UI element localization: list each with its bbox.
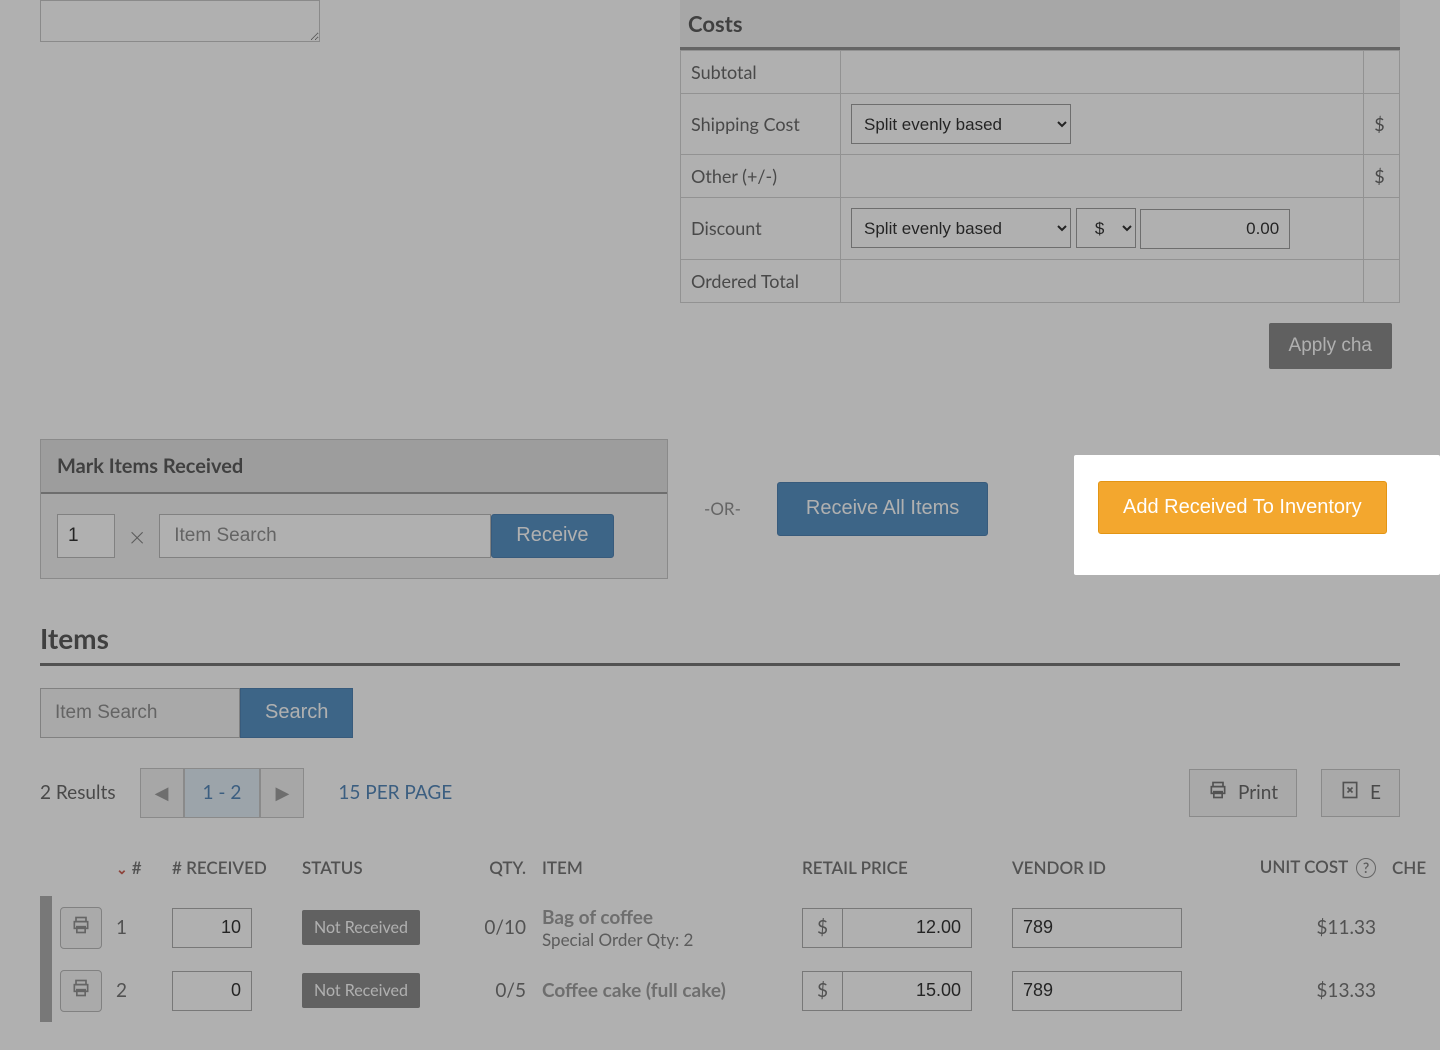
discount-currency-select[interactable]: $: [1076, 208, 1136, 248]
item-name[interactable]: Bag of coffee: [542, 906, 786, 929]
print-icon: [71, 978, 91, 1003]
row-handle[interactable]: [40, 896, 52, 960]
print-label: Print: [1238, 781, 1278, 804]
highlight-region: Add Received To Inventory: [1074, 455, 1440, 575]
costs-heading: Costs: [680, 0, 1400, 50]
receive-item-search-input[interactable]: [159, 514, 491, 558]
sort-icon: ⌄: [116, 860, 128, 877]
shipping-split-select[interactable]: Split evenly based: [851, 104, 1071, 144]
items-search-button[interactable]: Search: [240, 688, 353, 738]
col-qty[interactable]: QTY.: [444, 846, 534, 896]
per-page-link[interactable]: 15 PER PAGE: [338, 781, 452, 804]
shipping-label: Shipping Cost: [681, 94, 841, 155]
pager-prev-button[interactable]: ◀: [140, 768, 184, 818]
receive-qty-input[interactable]: [57, 514, 115, 558]
vendor-id-input[interactable]: [1012, 971, 1182, 1011]
pager-current: 1 - 2: [184, 768, 261, 818]
notes-textarea[interactable]: [40, 0, 320, 42]
print-button[interactable]: Print: [1189, 769, 1297, 817]
discount-value-input[interactable]: [1140, 209, 1290, 249]
col-retail[interactable]: RETAIL PRICE: [794, 846, 1004, 896]
row-print-button[interactable]: [60, 907, 102, 949]
pager-next-button[interactable]: ▶: [260, 768, 304, 818]
currency-symbol: $: [802, 908, 842, 948]
row-num: 1: [108, 896, 164, 960]
row-qty: 0/5: [444, 960, 534, 1022]
discount-split-select[interactable]: Split evenly based: [851, 208, 1071, 248]
help-icon[interactable]: ?: [1356, 858, 1376, 878]
excel-icon: [1340, 780, 1360, 805]
costs-table: Subtotal Shipping Cost Split evenly base…: [680, 50, 1400, 303]
row-handle[interactable]: [40, 960, 52, 1022]
retail-price-input[interactable]: [842, 971, 972, 1011]
results-count: 2 Results: [40, 781, 116, 804]
received-qty-input[interactable]: [172, 971, 252, 1011]
item-name[interactable]: Coffee cake (full cake): [542, 979, 786, 1002]
apply-changes-button[interactable]: Apply cha: [1269, 323, 1392, 369]
add-received-to-inventory-button[interactable]: Add Received To Inventory: [1098, 481, 1387, 534]
subtotal-label: Subtotal: [681, 51, 841, 94]
items-table: ⌄# # RECEIVED STATUS QTY. ITEM RETAIL PR…: [40, 846, 1440, 1022]
unit-cost: $11.33: [1214, 896, 1384, 960]
multiply-icon: ×: [129, 519, 145, 553]
vendor-id-input[interactable]: [1012, 908, 1182, 948]
receive-button[interactable]: Receive: [491, 514, 613, 558]
table-row: 2 Not Received 0/5 Coffee cake (full cake) $…: [40, 960, 1440, 1022]
received-qty-input[interactable]: [172, 908, 252, 948]
print-icon: [71, 915, 91, 940]
row-num: 2: [108, 960, 164, 1022]
print-icon: [1208, 780, 1228, 805]
col-status[interactable]: STATUS: [294, 846, 444, 896]
export-button[interactable]: E: [1321, 769, 1400, 817]
col-vendor[interactable]: VENDOR ID: [1004, 846, 1214, 896]
retail-price-input[interactable]: [842, 908, 972, 948]
export-label: E: [1370, 781, 1381, 804]
col-check[interactable]: CHE: [1384, 846, 1440, 896]
col-item[interactable]: ITEM: [534, 846, 794, 896]
table-row: 1 Not Received 0/10 Bag of coffeeSpecial Or…: [40, 896, 1440, 960]
status-badge: Not Received: [302, 973, 420, 1008]
col-received[interactable]: # RECEIVED: [164, 846, 294, 896]
or-separator: -OR-: [704, 498, 741, 519]
other-label: Other (+/-): [681, 155, 841, 198]
mark-items-heading: Mark Items Received: [41, 440, 667, 494]
unit-cost: $13.33: [1214, 960, 1384, 1022]
items-search-input[interactable]: [40, 688, 240, 738]
ordered-total-label: Ordered Total: [681, 259, 841, 302]
item-sub: Special Order Qty: 2: [542, 929, 786, 950]
row-print-button[interactable]: [60, 970, 102, 1012]
items-heading: Items: [40, 621, 1400, 666]
row-qty: 0/10: [444, 896, 534, 960]
col-unitcost[interactable]: UNIT COST ?: [1214, 846, 1384, 896]
col-num[interactable]: ⌄#: [108, 846, 164, 896]
other-currency: $: [1364, 155, 1400, 198]
receive-all-button[interactable]: Receive All Items: [777, 482, 988, 536]
shipping-currency: $: [1364, 94, 1400, 155]
currency-symbol: $: [802, 971, 842, 1011]
status-badge: Not Received: [302, 910, 420, 945]
discount-label: Discount: [681, 198, 841, 260]
